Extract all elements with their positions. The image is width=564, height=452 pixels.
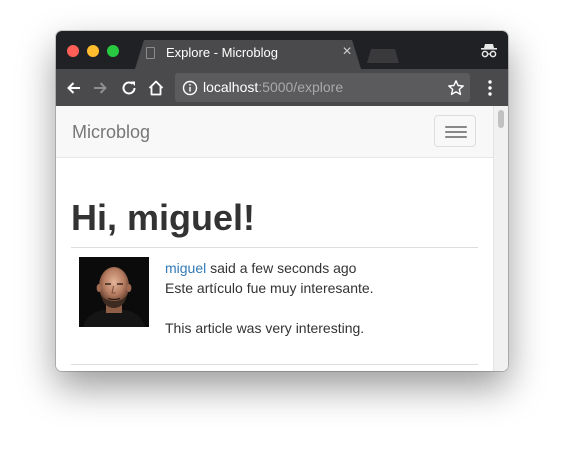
incognito-icon	[481, 44, 497, 58]
home-icon[interactable]	[146, 78, 166, 98]
tab-strip: Explore - Microblog ×	[56, 31, 508, 69]
post-row: miguel said a few seconds ago Este artíc…	[71, 248, 478, 364]
hamburger-icon-bar	[445, 131, 467, 133]
maximize-window-button[interactable]	[107, 45, 119, 57]
back-arrow-icon[interactable]	[64, 78, 84, 98]
hamburger-icon-bar	[445, 136, 467, 138]
forward-arrow-icon[interactable]	[90, 78, 110, 98]
site-navbar: Microblog	[56, 106, 493, 158]
avatar[interactable]	[79, 257, 149, 327]
post-timestamp: said a few seconds ago	[206, 260, 357, 276]
page-title: Hi, miguel!	[71, 197, 256, 238]
minimize-window-button[interactable]	[87, 45, 99, 57]
new-tab-button[interactable]	[367, 49, 399, 63]
brand-link[interactable]: Microblog	[72, 122, 150, 142]
navbar-toggle-button[interactable]	[434, 115, 476, 147]
url-text[interactable]: localhost:5000/explore	[203, 79, 343, 96]
vertical-scrollbar[interactable]	[493, 106, 508, 371]
reload-icon[interactable]	[119, 78, 139, 98]
browser-toolbar: localhost:5000/explore	[56, 69, 508, 106]
post-content: miguel said a few seconds ago Este artíc…	[165, 258, 475, 338]
page-viewport: Microblog Hi, miguel! miguel said a few …	[56, 106, 508, 371]
url-host: localhost	[203, 79, 259, 95]
kebab-menu-icon[interactable]	[483, 78, 497, 98]
post-body-line: This article was very interesting.	[165, 320, 365, 336]
document-icon	[146, 47, 155, 59]
browser-window: Explore - Microblog × localhost:5000/exp…	[56, 31, 508, 371]
author-link[interactable]: miguel	[165, 260, 206, 276]
info-icon[interactable]	[182, 80, 198, 96]
tab-title[interactable]: Explore - Microblog	[166, 44, 336, 61]
tab-close-button[interactable]: ×	[339, 43, 355, 61]
hamburger-icon-bar	[445, 126, 467, 128]
star-icon[interactable]	[447, 79, 465, 97]
scrollbar-thumb[interactable]	[498, 110, 504, 128]
divider	[71, 364, 478, 365]
post-body-line: Este artículo fue muy interesante.	[165, 280, 374, 296]
post-meta: miguel said a few seconds ago	[165, 258, 475, 278]
url-path: :5000/explore	[258, 79, 344, 95]
address-bar[interactable]: localhost:5000/explore	[175, 73, 470, 102]
close-window-button[interactable]	[67, 45, 79, 57]
